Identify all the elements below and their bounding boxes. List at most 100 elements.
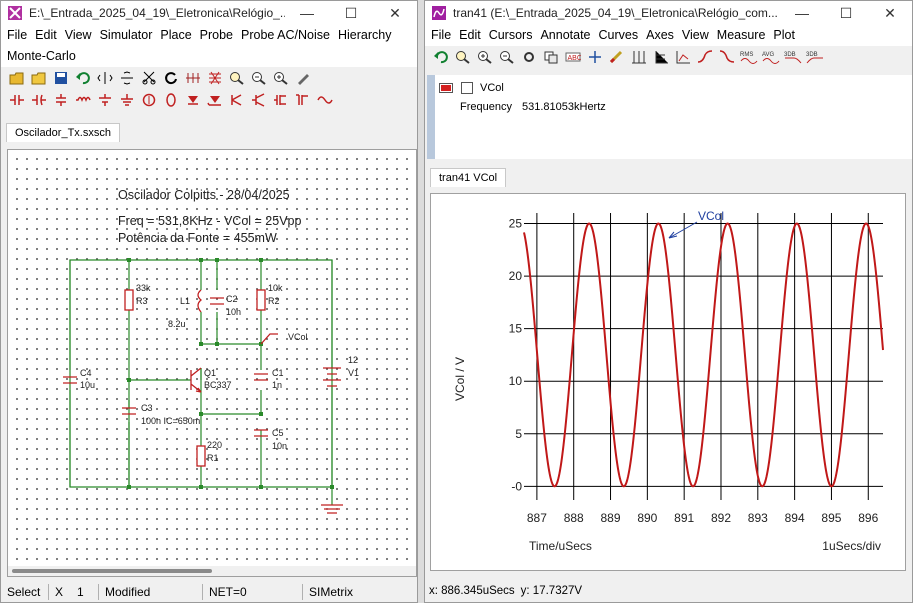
rotate-icon[interactable] (161, 69, 180, 88)
menu-file[interactable]: File (3, 25, 31, 46)
signal-source-icon[interactable] (315, 91, 334, 110)
measure-value: 531.81053kHertz (522, 101, 606, 113)
graph-3db-high-icon[interactable]: 3DB (805, 48, 824, 67)
r3-name: R3 (136, 296, 148, 306)
graph-avg-icon[interactable]: AVG (761, 48, 780, 67)
graph-zoom-out-icon[interactable] (497, 48, 516, 67)
current-source-icon[interactable] (139, 91, 158, 110)
resistor-r3[interactable] (124, 289, 134, 311)
ground-symbol (321, 504, 343, 514)
maximize-icon[interactable]: ☐ (329, 1, 373, 25)
menu-simulator[interactable]: Simulator (96, 25, 157, 46)
graph-menu-edit[interactable]: Edit (455, 25, 485, 46)
flip-vertical-icon[interactable] (117, 69, 136, 88)
tab-tran41-vcol[interactable]: tran41 VCol (430, 168, 507, 187)
ground-icon[interactable] (117, 91, 136, 110)
c3-value: 100n IC=650m (141, 416, 200, 426)
graph-menubar: File Edit Cursors Annotate Curves Axes V… (425, 25, 912, 46)
resistor-r2[interactable] (256, 289, 266, 311)
flip-horizontal-icon[interactable] (95, 69, 114, 88)
graph-copy-icon[interactable] (541, 48, 560, 67)
graph-maximize-icon[interactable]: ☐ (824, 1, 868, 25)
diode-icon[interactable] (183, 91, 202, 110)
capacitor-vertical-icon[interactable] (51, 91, 70, 110)
graph-menu-axes[interactable]: Axes (642, 25, 678, 46)
capacitor-c1[interactable] (254, 373, 268, 381)
graph-menu-file[interactable]: File (427, 25, 455, 46)
menu-place[interactable]: Place (156, 25, 195, 46)
menu-monte-carlo[interactable]: Monte-Carlo (3, 46, 80, 67)
graph-settings-icon[interactable] (519, 48, 538, 67)
tab-oscilador-tx[interactable]: Oscilador_Tx.sxsch (6, 123, 120, 142)
graph-fit-icon[interactable] (673, 48, 692, 67)
r2-value: 10k (268, 283, 283, 293)
graph-cursor-icon[interactable] (585, 48, 604, 67)
graph-menu-curves[interactable]: Curves (595, 25, 643, 46)
cut-icon[interactable] (139, 69, 158, 88)
graph-menu-view[interactable]: View (678, 25, 713, 46)
probe-vcol[interactable] (260, 333, 278, 345)
graph-close-icon[interactable]: ✕ (868, 1, 912, 25)
transistor-q1[interactable] (190, 367, 202, 393)
v1-name: V1 (348, 368, 359, 378)
graph-undo-icon[interactable] (431, 48, 450, 67)
schematic-freq-text: Freq = 531,8KHz - VCol = 25Vpp (118, 214, 301, 228)
capacitor-c2[interactable] (210, 297, 224, 305)
zoom-in-icon[interactable] (271, 69, 290, 88)
c2-name: C2 (226, 294, 238, 304)
inductor-icon[interactable] (73, 91, 92, 110)
menu-view[interactable]: View (61, 25, 96, 46)
graph-menu-annotate[interactable]: Annotate (536, 25, 594, 46)
pmos-icon[interactable] (293, 91, 312, 110)
zener-icon[interactable] (205, 91, 224, 110)
c4-value: 10u (80, 380, 95, 390)
graph-grid-icon[interactable] (629, 48, 648, 67)
voltage-source-icon[interactable] (161, 91, 180, 110)
zoom-out-icon[interactable] (249, 69, 268, 88)
graph-menu-plot[interactable]: Plot (769, 25, 799, 46)
battery-icon[interactable] (95, 91, 114, 110)
graph-abc-icon[interactable]: ABC (563, 48, 582, 67)
open-folder-icon[interactable] (7, 69, 26, 88)
graph-minimize-icon[interactable]: — (780, 1, 824, 25)
x-tick-label: 887 (527, 511, 547, 525)
folder-icon[interactable] (29, 69, 48, 88)
menu-probe-ac-noise[interactable]: Probe AC/Noise (237, 25, 334, 46)
y-tick-label: 20 (509, 269, 523, 283)
inductor-l1[interactable] (197, 289, 203, 313)
y-tick-label: 5 (515, 427, 522, 441)
polarized-capacitor-icon[interactable] (29, 91, 48, 110)
zoom-fit-icon[interactable] (227, 69, 246, 88)
npn-transistor-icon[interactable] (227, 91, 246, 110)
trace-checkbox[interactable] (461, 82, 473, 94)
graph-menu-measure[interactable]: Measure (713, 25, 770, 46)
menu-edit[interactable]: Edit (31, 25, 61, 46)
close-icon[interactable]: ✕ (373, 1, 417, 25)
pnp-transistor-icon[interactable] (249, 91, 268, 110)
graph-menu-cursors[interactable]: Cursors (485, 25, 537, 46)
menu-probe[interactable]: Probe (196, 25, 237, 46)
graph-canvas[interactable]: 887 888 889 890 891 892 893 894 895 896 -0 5 10 15 20 2… (430, 193, 906, 571)
delete-wire-icon[interactable] (205, 69, 224, 88)
schematic-scrollbar[interactable] (8, 566, 416, 576)
trace-color-swatch[interactable] (439, 83, 453, 93)
nmos-icon[interactable] (271, 91, 290, 110)
minimize-icon[interactable]: — (285, 1, 329, 25)
graph-fall-icon[interactable] (717, 48, 736, 67)
graph-paint-icon[interactable] (607, 48, 626, 67)
graph-rise-icon[interactable] (695, 48, 714, 67)
capacitor-icon[interactable] (7, 91, 26, 110)
mirror-icon[interactable] (183, 69, 202, 88)
graph-axes-icon[interactable] (651, 48, 670, 67)
save-icon[interactable] (51, 69, 70, 88)
resistor-r1[interactable] (196, 445, 206, 467)
graph-zoom-icon[interactable] (453, 48, 472, 67)
pencil-icon[interactable] (293, 69, 312, 88)
menu-hierarchy[interactable]: Hierarchy (334, 25, 396, 46)
schematic-canvas[interactable]: Oscilador Colpitts - 28/04/2025 Freq = 5… (7, 149, 417, 577)
undo-icon[interactable] (73, 69, 92, 88)
graph-rms-icon[interactable]: RMS (739, 48, 758, 67)
graph-zoom-in-icon[interactable] (475, 48, 494, 67)
graph-3db-icon[interactable]: 3DB (783, 48, 802, 67)
series-line-vcol[interactable] (523, 222, 884, 488)
